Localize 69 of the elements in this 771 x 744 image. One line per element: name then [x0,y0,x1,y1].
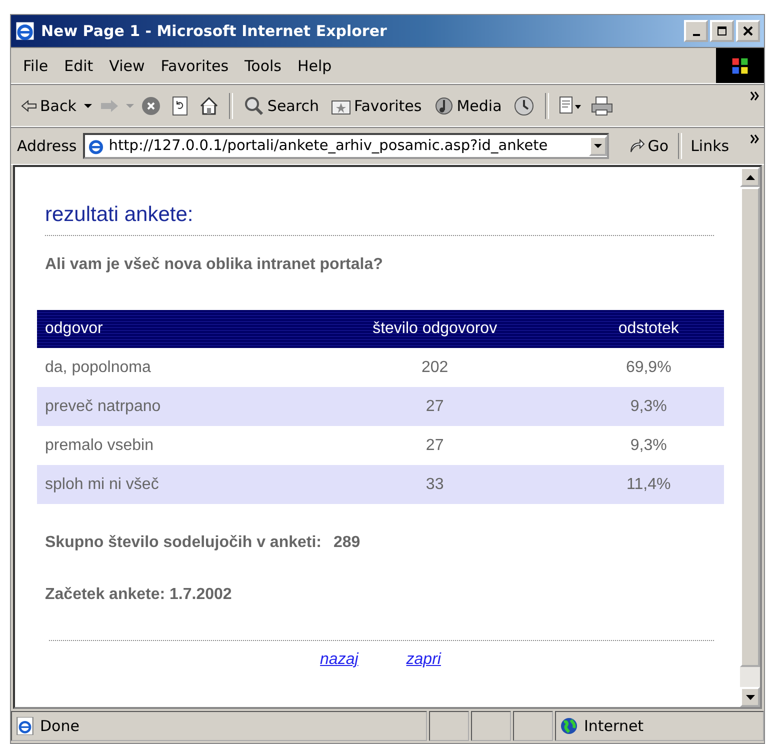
search-button[interactable]: Search [240,94,323,118]
column-header: število odgovorov [296,310,574,348]
go-arrow-icon [628,138,645,154]
address-label: Address [17,137,77,155]
page-icon [16,717,34,735]
address-field[interactable]: http://127.0.0.1/portali/ankete_arhiv_posamic.asp?id_ankete [82,133,609,159]
table-cell: da, popolnoma [37,348,296,387]
close-icon [743,26,753,36]
menu-item[interactable]: View [101,54,153,76]
menu-item[interactable]: File [15,54,56,76]
table-cell: 27 [296,387,574,426]
question-text: Ali vam je všeč nova oblika intranet portala? [45,256,384,274]
table-cell: 9,3% [573,426,724,465]
maximize-icon [717,26,727,36]
page-link[interactable]: nazaj [320,651,358,669]
media-button[interactable]: Media [430,94,506,118]
table-cell: 33 [296,465,574,504]
close-button[interactable] [736,20,760,42]
table-cell: 69,9% [573,348,724,387]
refresh-icon[interactable] [171,96,190,116]
menu-item[interactable]: Help [290,54,340,76]
column-header: odgovor [37,310,296,348]
start-date-text: Začetek ankete: 1.7.2002 [45,586,233,604]
maximize-button[interactable] [710,20,734,42]
minimize-icon [692,34,700,36]
table-cell: 11,4% [573,465,724,504]
chevron-icon[interactable] [750,134,760,144]
table-cell: 9,3% [573,387,724,426]
page-link[interactable]: zapri [406,651,441,669]
chevron-icon[interactable] [750,91,760,101]
browser-logo-icon [15,21,35,41]
vertical-scrollbar[interactable] [740,167,760,707]
dropdown-arrow-icon [594,144,602,148]
home-icon[interactable] [199,96,220,116]
total-label: Skupno število sodelujočih v anketi: [45,534,322,552]
table-cell: 27 [296,426,574,465]
status-pane [429,711,469,741]
window-title: New Page 1 - Microsoft Internet Explorer [41,22,388,40]
table-cell: preveč natrpano [37,387,296,426]
menu-item[interactable]: Tools [236,54,290,76]
table-cell: 202 [296,348,574,387]
table-cell: sploh mi ni všeč [37,465,296,504]
status-text: Done [40,717,80,735]
page-icon [86,137,105,155]
back-button[interactable]: Back [17,94,80,116]
minimize-button[interactable] [684,20,708,42]
page-heading: rezultati ankete: [45,203,194,227]
security-zone-text: Internet [584,717,644,735]
menu-item[interactable]: Edit [56,54,102,76]
column-header: odstotek [573,310,724,348]
status-pane [513,711,553,741]
total-value: 289 [334,534,360,552]
status-pane [471,711,511,741]
printer-icon[interactable] [590,96,613,116]
menu-item[interactable]: Favorites [152,54,237,76]
go-button[interactable]: Go [624,135,673,157]
favorites-button[interactable]: Favorites [326,94,426,116]
scroll-up-icon[interactable] [746,174,754,180]
scroll-down-icon[interactable] [746,694,754,700]
stop-icon[interactable] [141,96,162,116]
search-icon [244,96,264,116]
globe-icon [560,717,578,735]
media-icon [434,96,454,116]
history-icon[interactable] [512,94,535,116]
windows-logo-icon [716,48,764,83]
dropdown-arrow-icon[interactable] [84,102,92,108]
table-cell: premalo vsebin [37,426,296,465]
back-arrow-icon [21,100,37,112]
links-button[interactable]: Links [686,135,734,157]
